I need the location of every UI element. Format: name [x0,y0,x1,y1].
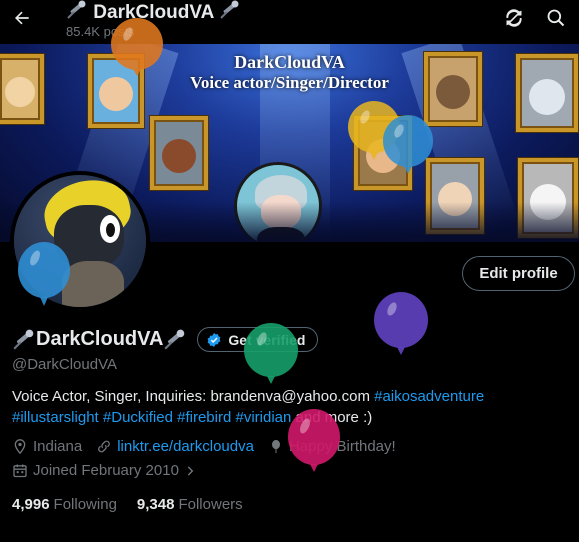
followers-link[interactable]: 9,348 Followers [137,496,243,513]
balloon-pink [288,409,340,472]
website-item[interactable]: linktr.ee/darkcloudva [96,438,254,455]
joined-text: Joined February 2010 [33,462,179,479]
follow-stats: 4,996 Following 9,348 Followers [12,496,263,513]
joined-row[interactable]: Joined February 2010 [12,462,216,479]
balloon-icon [271,439,280,454]
balloon-green [244,323,298,384]
balloon-blue [18,242,70,306]
hashtag-link[interactable]: #aikosadventure [374,388,484,405]
followers-count: 9,348 [136,496,175,513]
location-item: Indiana [12,438,82,455]
followers-label: Followers [178,496,243,513]
hashtag-link[interactable]: #illustarslight [12,409,99,426]
banner-title: DarkCloudVA [234,52,345,72]
verified-badge-icon [208,332,221,347]
microphone-icon [220,0,239,19]
search-button[interactable] [544,6,568,30]
joined-item[interactable]: Joined February 2010 [12,462,202,479]
microphone-icon [13,329,34,349]
bio-text: Voice Actor, Singer, Inquiries: brandenv… [12,388,375,405]
edit-profile-button[interactable]: Edit profile [462,256,575,291]
following-label: Following [53,496,117,513]
microphone-icon [67,0,86,19]
refresh-icon [506,9,522,27]
back-button[interactable] [8,4,36,32]
hashtag-link[interactable]: #viridian [235,409,291,426]
balloon-purple [374,292,428,355]
portrait-frame [150,116,208,190]
refresh-button[interactable] [502,6,526,30]
profile-handle: @DarkCloudVA [12,356,117,373]
balloon-blue [383,115,433,174]
arrow-left-icon [15,11,29,25]
balloon-orange [111,18,163,76]
following-count: 4,996 [12,496,50,513]
search-icon [547,9,565,27]
portrait-frame [0,54,44,124]
top-bar: DarkCloudVA 85.4K posts [0,0,579,44]
website-link[interactable]: linktr.ee/darkcloudva [117,438,254,455]
hashtag-link[interactable]: #Duckified [103,409,173,426]
display-name: DarkCloudVA [36,328,164,350]
calendar-icon [13,464,27,478]
hashtag-link[interactable]: #firebird [177,409,231,426]
profile-meta-row: Indiana linktr.ee/darkcloudva Happy Birt… [12,438,410,455]
microphone-icon [164,329,185,349]
location-text: Indiana [33,438,83,455]
following-link[interactable]: 4,996 Following [12,496,117,513]
chevron-right-icon [187,465,194,476]
portrait-frame [516,54,578,132]
banner-subtitle: Voice actor/Singer/Director [190,73,389,92]
location-pin-icon [14,439,26,455]
link-icon [98,440,111,453]
